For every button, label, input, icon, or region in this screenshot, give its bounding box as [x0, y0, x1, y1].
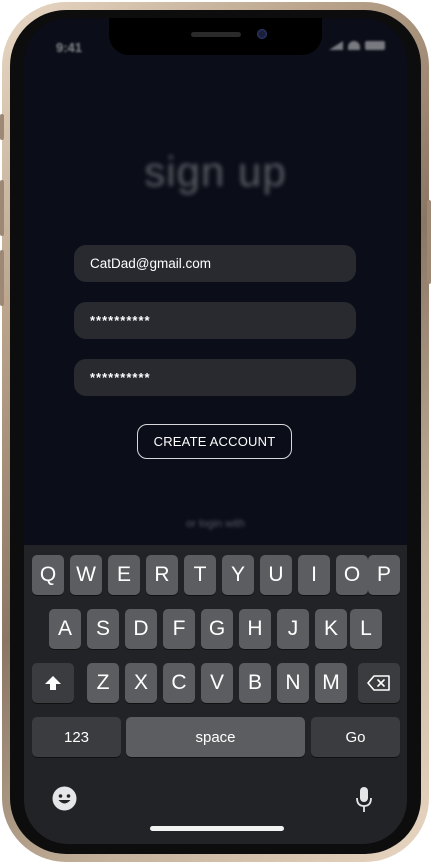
email-value: CatDad@gmail.com — [90, 256, 211, 271]
space-key[interactable]: space — [126, 717, 305, 757]
key-e[interactable]: E — [108, 555, 140, 595]
page-title: sign up — [144, 148, 287, 195]
key-w[interactable]: W — [70, 555, 102, 595]
microphone-icon[interactable] — [354, 786, 374, 814]
shift-key[interactable] — [32, 663, 74, 703]
status-time: 9:41 — [56, 40, 83, 55]
key-o[interactable]: O — [336, 555, 368, 595]
confirm-password-value: ********** — [90, 370, 151, 385]
home-indicator[interactable] — [150, 826, 284, 831]
numbers-key[interactable]: 123 — [32, 717, 121, 757]
key-m[interactable]: M — [315, 663, 347, 703]
notch — [109, 18, 322, 55]
key-x[interactable]: X — [125, 663, 157, 703]
volume-down-button — [0, 250, 4, 306]
create-account-button[interactable]: CREATE ACCOUNT — [137, 424, 292, 459]
key-p[interactable]: P — [368, 555, 400, 595]
key-s[interactable]: S — [87, 609, 119, 649]
key-n[interactable]: N — [277, 663, 309, 703]
power-button — [427, 200, 431, 284]
emoji-icon[interactable] — [52, 786, 77, 811]
key-z[interactable]: Z — [87, 663, 119, 703]
key-d[interactable]: D — [125, 609, 157, 649]
key-r[interactable]: R — [146, 555, 178, 595]
key-a[interactable]: A — [49, 609, 81, 649]
front-camera — [257, 29, 267, 39]
confirm-password-field[interactable]: ********** — [74, 359, 356, 396]
key-h[interactable]: H — [239, 609, 271, 649]
key-t[interactable]: T — [184, 555, 216, 595]
phone-screen: 9:41 sign up CatDad@gmail.com **********… — [24, 18, 407, 844]
volume-up-button — [0, 180, 4, 236]
password-field[interactable]: ********** — [74, 302, 356, 339]
key-f[interactable]: F — [163, 609, 195, 649]
go-key[interactable]: Go — [311, 717, 400, 757]
key-u[interactable]: U — [260, 555, 292, 595]
key-g[interactable]: G — [201, 609, 233, 649]
shift-icon — [45, 676, 61, 690]
login-with-label: or login with — [186, 518, 245, 530]
key-v[interactable]: V — [201, 663, 233, 703]
wifi-icon — [348, 41, 360, 50]
mute-switch — [0, 114, 4, 140]
key-y[interactable]: Y — [222, 555, 254, 595]
backspace-icon — [367, 675, 390, 691]
battery-icon — [365, 41, 385, 50]
key-b[interactable]: B — [239, 663, 271, 703]
key-l[interactable]: L — [350, 609, 382, 649]
password-value: ********** — [90, 313, 151, 328]
key-i[interactable]: I — [298, 555, 330, 595]
key-j[interactable]: J — [277, 609, 309, 649]
status-icons — [329, 41, 385, 50]
backspace-key[interactable] — [358, 663, 400, 703]
speaker — [191, 32, 241, 37]
key-q[interactable]: Q — [32, 555, 64, 595]
signal-icon — [329, 41, 343, 50]
email-field[interactable]: CatDad@gmail.com — [74, 245, 356, 282]
key-k[interactable]: K — [315, 609, 347, 649]
key-c[interactable]: C — [163, 663, 195, 703]
